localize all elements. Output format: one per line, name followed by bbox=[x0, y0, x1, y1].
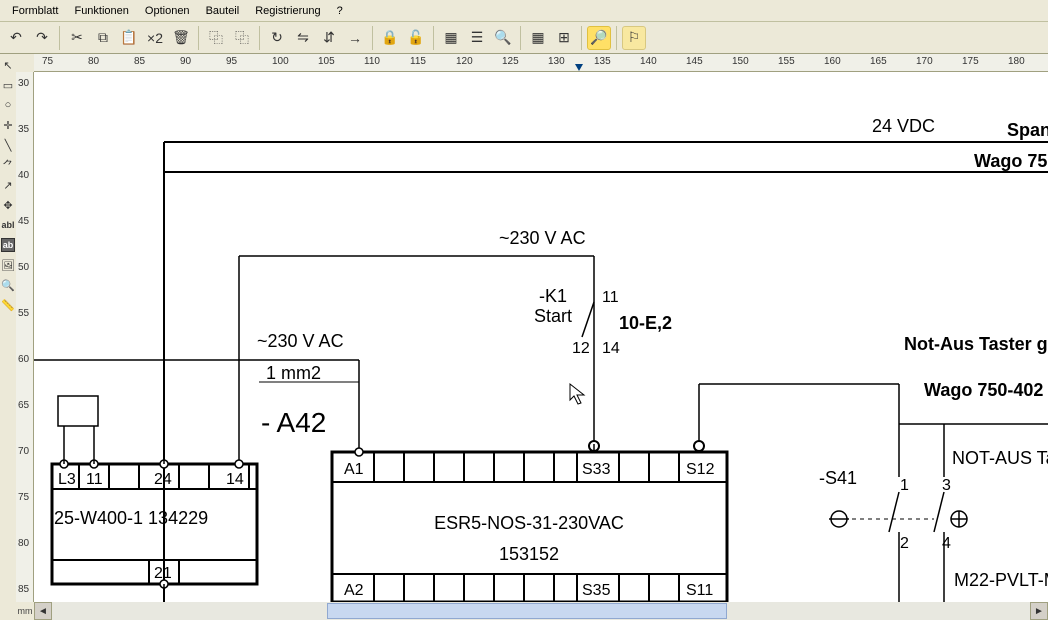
main-pin-s33: S33 bbox=[582, 461, 611, 478]
label-k1: -K1 bbox=[539, 286, 567, 306]
menu-bauteil[interactable]: Bauteil bbox=[198, 2, 248, 20]
zoom-tool[interactable]: 🔍 bbox=[1, 278, 15, 292]
label-start: Start bbox=[534, 306, 572, 326]
unit-label: mm bbox=[16, 602, 34, 620]
menu-optionen[interactable]: Optionen bbox=[137, 2, 198, 20]
left-block-part: 25-W400-1 134229 bbox=[54, 508, 208, 528]
s41-pin-1: 1 bbox=[900, 477, 909, 494]
find-button[interactable]: 🔍 bbox=[491, 26, 515, 50]
s41-pin-3: 3 bbox=[942, 477, 951, 494]
redo-button[interactable]: ↷ bbox=[30, 26, 54, 50]
cursor-tool[interactable]: ↖ bbox=[1, 58, 15, 72]
ungroup-button[interactable]: ⿻ bbox=[230, 26, 254, 50]
arrow-tool[interactable]: ↗ bbox=[1, 178, 15, 192]
text-abl-tool[interactable]: abl bbox=[1, 218, 15, 232]
label-notaus-tas: NOT-AUS Tas bbox=[952, 448, 1048, 468]
line-tool[interactable]: ╲ bbox=[1, 138, 15, 152]
image-tool[interactable]: 🖼 bbox=[1, 258, 15, 272]
flipv-button[interactable]: ⇵ bbox=[317, 26, 341, 50]
toolbar: ↶ ↷ ✂ ⧉ 📋 ×2 🗑 ⿻ ⿻ ↻ ⇋ ⇵ → 🔒 🔓 ▦ ☰ 🔍 ▦ ⊞… bbox=[0, 22, 1048, 54]
grid-button[interactable]: ▦ bbox=[526, 26, 550, 50]
left-pin-l3: L3 bbox=[58, 471, 76, 488]
zoom-button[interactable]: 🔎 bbox=[587, 26, 611, 50]
menu-funktionen[interactable]: Funktionen bbox=[66, 2, 136, 20]
snap-button[interactable]: ⊞ bbox=[552, 26, 576, 50]
ruler-vertical: 303540455055606570758085 bbox=[16, 72, 34, 602]
rotate-button[interactable]: ↻ bbox=[265, 26, 289, 50]
main-pin-s35: S35 bbox=[582, 582, 611, 599]
drawing-canvas[interactable]: 24 VDC Spannun Wago 750-40 ~230 V AC -K1… bbox=[34, 72, 1048, 602]
k1-pin-11: 11 bbox=[602, 289, 619, 306]
ruler-tool[interactable]: 📏 bbox=[1, 298, 15, 312]
left-toolbar: ↖ ▭ ○ ✛ ╲ ⺈ ↗ ✥ abl ab 🖼 🔍 📏 bbox=[0, 54, 16, 602]
delete-button[interactable]: 🗑 bbox=[169, 26, 193, 50]
label-a42: - A42 bbox=[261, 407, 326, 438]
label-230vac: ~230 V AC bbox=[499, 228, 586, 248]
main-pin-s12: S12 bbox=[686, 461, 715, 478]
label-24vdc: 24 VDC bbox=[872, 116, 935, 136]
plus-tool[interactable]: ✛ bbox=[1, 118, 15, 132]
undo-button[interactable]: ↶ bbox=[4, 26, 28, 50]
ref-10e2: 10-E,2 bbox=[619, 313, 672, 333]
scroll-left-arrow[interactable]: ◄ bbox=[34, 602, 52, 620]
group-button[interactable]: ⿻ bbox=[204, 26, 228, 50]
k1-pin-14: 14 bbox=[602, 340, 620, 357]
fliph-button[interactable]: ⇋ bbox=[291, 26, 315, 50]
label-m22: M22-PVLT-M22 bbox=[954, 570, 1048, 590]
main-pin-s11: S11 bbox=[686, 582, 713, 599]
label-s41: -S41 bbox=[819, 468, 857, 488]
move-tool[interactable]: ✥ bbox=[1, 198, 15, 212]
label-230vac-2: ~230 V AC bbox=[257, 331, 344, 351]
menu-registrierung[interactable]: Registrierung bbox=[247, 2, 328, 20]
left-pin-24: 24 bbox=[154, 471, 172, 488]
circle-tool[interactable]: ○ bbox=[1, 98, 15, 112]
scroll-track[interactable] bbox=[52, 602, 1030, 620]
list-button[interactable]: ☰ bbox=[465, 26, 489, 50]
copy-button[interactable]: ⧉ bbox=[91, 26, 115, 50]
scroll-right-arrow[interactable]: ► bbox=[1030, 602, 1048, 620]
polyline-tool[interactable]: ⺈ bbox=[1, 158, 15, 172]
left-pin-14: 14 bbox=[226, 471, 244, 488]
arrow-button[interactable]: → bbox=[343, 26, 367, 50]
x2-button[interactable]: ×2 bbox=[143, 26, 167, 50]
menu-help[interactable]: ? bbox=[329, 2, 351, 20]
k1-pin-12: 12 bbox=[572, 340, 590, 357]
label-spannung: Spannun bbox=[1007, 120, 1048, 140]
left-pin-11: 11 bbox=[86, 471, 103, 488]
horizontal-scrollbar[interactable]: ◄ ► bbox=[34, 602, 1048, 620]
label-notaus-taster: Not-Aus Taster g bbox=[904, 334, 1048, 354]
schematic: 24 VDC Spannun Wago 750-40 ~230 V AC -K1… bbox=[34, 72, 1048, 602]
cursor-icon bbox=[570, 384, 584, 404]
menubar: Formblatt Funktionen Optionen Bauteil Re… bbox=[0, 0, 1048, 22]
dotted-button[interactable]: ▦ bbox=[439, 26, 463, 50]
s41-pin-2: 2 bbox=[900, 535, 909, 552]
label-wago-top: Wago 750-40 bbox=[974, 151, 1048, 171]
rect-tool[interactable]: ▭ bbox=[1, 78, 15, 92]
flag-button[interactable]: ⚐ bbox=[622, 26, 646, 50]
paste-button[interactable]: 📋 bbox=[117, 26, 141, 50]
scroll-thumb[interactable] bbox=[327, 603, 727, 619]
unlock-button[interactable]: 🔓 bbox=[404, 26, 428, 50]
main-block-name: ESR5-NOS-31-230VAC bbox=[434, 513, 624, 533]
ruler-horizontal: 7580859095100105110115120125130135140145… bbox=[34, 54, 1048, 72]
text-ab-tool[interactable]: ab bbox=[1, 238, 15, 252]
main-pin-a1: A1 bbox=[344, 461, 364, 478]
main-pin-a2: A2 bbox=[344, 582, 364, 599]
lock-button[interactable]: 🔒 bbox=[378, 26, 402, 50]
label-1mm2: 1 mm2 bbox=[266, 363, 321, 383]
main-block-partno: 153152 bbox=[499, 544, 559, 564]
cut-button[interactable]: ✂ bbox=[65, 26, 89, 50]
label-wago-mid: Wago 750-402 bbox=[924, 380, 1043, 400]
menu-formblatt[interactable]: Formblatt bbox=[4, 2, 66, 20]
